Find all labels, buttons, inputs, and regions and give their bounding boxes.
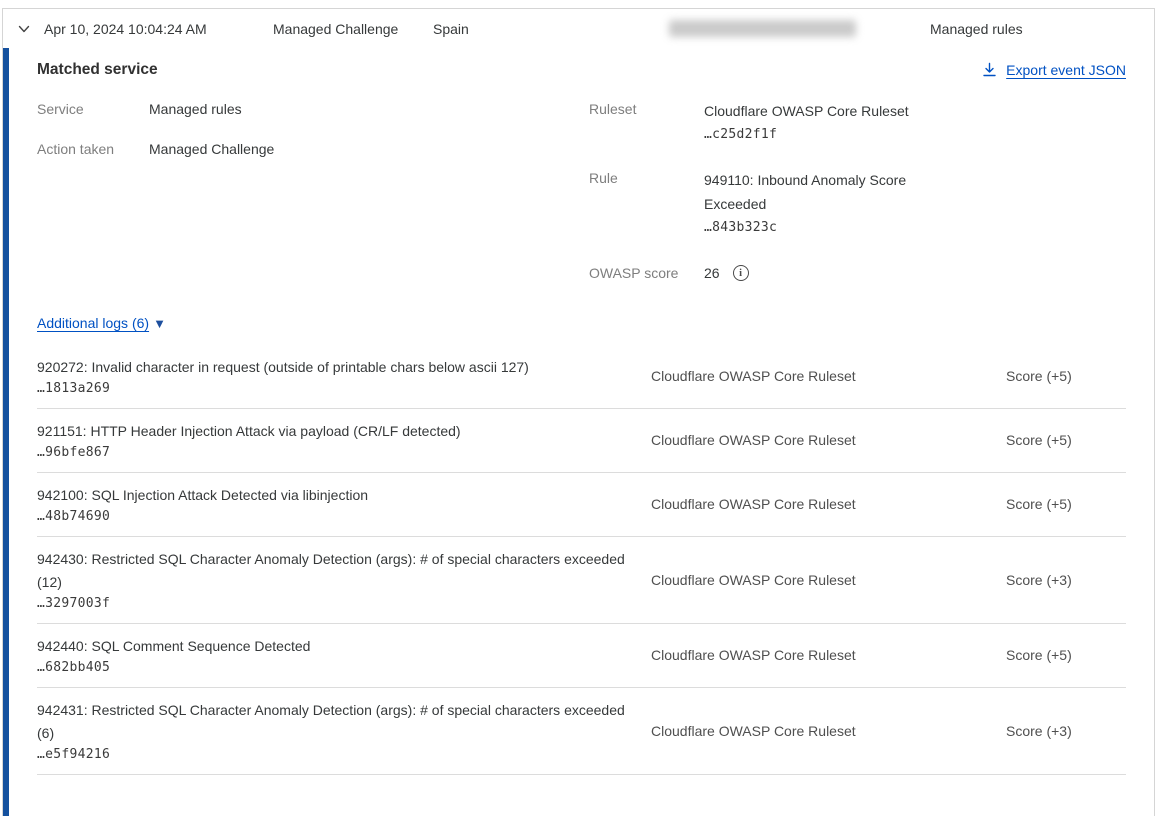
rule-field: Rule 949110: Inbound Anomaly Score Excee… bbox=[589, 168, 1126, 240]
log-row: 942100: SQL Injection Attack Detected vi… bbox=[37, 473, 1126, 537]
ruleset-hash: …c25d2f1f bbox=[704, 123, 909, 147]
log-ruleset-name: Cloudflare OWASP Core Ruleset bbox=[651, 723, 973, 739]
log-ruleset-name: Cloudflare OWASP Core Ruleset bbox=[651, 432, 973, 448]
log-score: Score (+5) bbox=[973, 432, 1126, 448]
event-timestamp: Apr 10, 2024 10:04:24 AM bbox=[44, 21, 273, 37]
event-service: Managed rules bbox=[930, 21, 1023, 37]
rule-hash: …843b323c bbox=[704, 216, 942, 240]
log-ruleset-name: Cloudflare OWASP Core Ruleset bbox=[651, 368, 973, 384]
event-summary-row[interactable]: Apr 10, 2024 10:04:24 AM Managed Challen… bbox=[3, 9, 1154, 48]
event-detail-body: Matched service Export event JSON Servic… bbox=[3, 48, 1154, 816]
service-field: Service Managed rules bbox=[37, 99, 589, 120]
matched-service-fields: Service Managed rules Action taken Manag… bbox=[37, 99, 1126, 306]
service-value: Managed rules bbox=[149, 99, 242, 120]
log-row: 942440: SQL Comment Sequence Detected …6… bbox=[37, 624, 1126, 688]
log-rule-hash: …682bb405 bbox=[37, 660, 633, 675]
action-taken-label: Action taken bbox=[37, 139, 149, 160]
chevron-down-icon[interactable] bbox=[15, 20, 33, 38]
log-row: 942431: Restricted SQL Character Anomaly… bbox=[37, 688, 1126, 775]
info-icon[interactable]: i bbox=[733, 265, 749, 281]
service-label: Service bbox=[37, 99, 149, 120]
log-rule-title: 942100: SQL Injection Attack Detected vi… bbox=[37, 484, 633, 507]
ruleset-label: Ruleset bbox=[589, 99, 704, 147]
owasp-score-value: 26 bbox=[704, 261, 720, 285]
log-score: Score (+5) bbox=[973, 368, 1126, 384]
action-taken-value: Managed Challenge bbox=[149, 139, 274, 160]
log-rule-title: 942431: Restricted SQL Character Anomaly… bbox=[37, 699, 633, 745]
export-event-json-label: Export event JSON bbox=[1006, 62, 1126, 78]
log-rule-title: 920272: Invalid character in request (ou… bbox=[37, 356, 633, 379]
ruleset-value: Cloudflare OWASP Core Ruleset bbox=[704, 99, 909, 123]
download-icon bbox=[982, 62, 997, 78]
additional-logs-list: 920272: Invalid character in request (ou… bbox=[37, 345, 1126, 775]
log-rule-hash: …3297003f bbox=[37, 596, 633, 611]
log-rule-title: 942440: SQL Comment Sequence Detected bbox=[37, 635, 633, 658]
log-rule-hash: …e5f94216 bbox=[37, 747, 633, 762]
log-score: Score (+3) bbox=[973, 572, 1126, 588]
event-detail-panel: Apr 10, 2024 10:04:24 AM Managed Challen… bbox=[2, 8, 1155, 816]
matched-service-heading: Matched service bbox=[37, 61, 158, 79]
log-rule-title: 942430: Restricted SQL Character Anomaly… bbox=[37, 548, 633, 594]
action-taken-field: Action taken Managed Challenge bbox=[37, 139, 589, 160]
rule-value: 949110: Inbound Anomaly Score Exceeded bbox=[704, 168, 942, 216]
redacted-hostname bbox=[669, 20, 856, 37]
log-row: 920272: Invalid character in request (ou… bbox=[37, 345, 1126, 409]
log-rule-hash: …1813a269 bbox=[37, 381, 633, 396]
log-rule-hash: …48b74690 bbox=[37, 509, 633, 524]
log-score: Score (+3) bbox=[973, 723, 1126, 739]
log-row: 921151: HTTP Header Injection Attack via… bbox=[37, 409, 1126, 473]
log-row: 942430: Restricted SQL Character Anomaly… bbox=[37, 537, 1126, 624]
additional-logs-toggle[interactable]: Additional logs (6) ▼ bbox=[37, 315, 166, 331]
log-score: Score (+5) bbox=[973, 647, 1126, 663]
owasp-score-label: OWASP score bbox=[589, 263, 704, 284]
owasp-score-field: OWASP score 26 i bbox=[589, 261, 1126, 285]
caret-down-icon: ▼ bbox=[153, 317, 166, 330]
rule-label: Rule bbox=[589, 168, 704, 240]
ruleset-field: Ruleset Cloudflare OWASP Core Ruleset …c… bbox=[589, 99, 1126, 147]
event-country: Spain bbox=[433, 21, 669, 37]
log-rule-hash: …96bfe867 bbox=[37, 445, 633, 460]
export-event-json-link[interactable]: Export event JSON bbox=[982, 62, 1126, 78]
log-ruleset-name: Cloudflare OWASP Core Ruleset bbox=[651, 572, 973, 588]
log-ruleset-name: Cloudflare OWASP Core Ruleset bbox=[651, 647, 973, 663]
log-ruleset-name: Cloudflare OWASP Core Ruleset bbox=[651, 496, 973, 512]
log-rule-title: 921151: HTTP Header Injection Attack via… bbox=[37, 420, 633, 443]
event-action: Managed Challenge bbox=[273, 21, 433, 37]
additional-logs-label: Additional logs (6) bbox=[37, 315, 149, 331]
log-score: Score (+5) bbox=[973, 496, 1126, 512]
